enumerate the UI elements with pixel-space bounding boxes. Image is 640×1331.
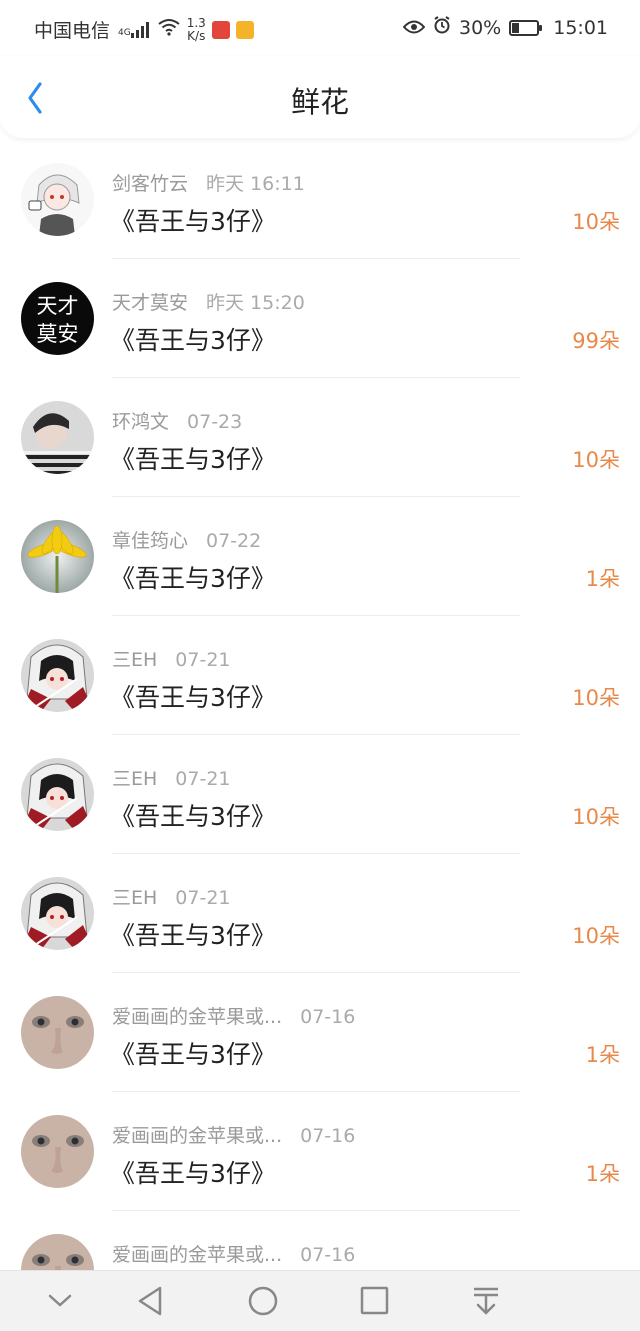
gift-meta: 三EH 07-21 [112, 883, 231, 910]
avatar[interactable] [21, 996, 94, 1069]
gift-meta: 天才莫安 昨天 15:20 [112, 288, 305, 315]
avatar[interactable] [21, 163, 94, 236]
flower-count: 10朵 [572, 686, 620, 710]
gift-meta: 爱画画的金苹果或... 07-16 [112, 1240, 355, 1267]
avatar[interactable] [21, 520, 94, 593]
gift-date: 昨天 16:11 [206, 173, 305, 195]
flower-gift-list[interactable]: 剑客竹云 昨天 16:11 《吾王与3仔》 10朵 天才 莫安 天才莫安 昨天 15… [0, 140, 640, 1270]
gift-meta: 爱画画的金苹果或... 07-16 [112, 1002, 355, 1029]
avatar-text-line2: 莫安 [37, 322, 79, 346]
page-title: 鲜花 [290, 85, 349, 119]
sender-name[interactable]: 三EH [112, 768, 157, 790]
gift-date: 07-21 [175, 768, 231, 790]
flower-count: 10朵 [572, 805, 620, 829]
sender-name[interactable]: 爱画画的金苹果或... [112, 1006, 282, 1028]
book-title[interactable]: 《吾王与3仔》 [110, 559, 276, 595]
list-item[interactable]: 爱画画的金苹果或... 07-16 《吾王与3仔》 1朵 [0, 973, 640, 1092]
avatar[interactable] [21, 758, 94, 831]
system-nav-bar [0, 1270, 640, 1331]
sender-name[interactable]: 爱画画的金苹果或... [112, 1244, 282, 1266]
gift-meta: 剑客竹云 昨天 16:11 [112, 169, 305, 196]
page-header: 鲜花 [0, 56, 640, 138]
list-item[interactable]: 剑客竹云 昨天 16:11 《吾王与3仔》 10朵 [0, 140, 640, 259]
message-notification-icon [235, 20, 254, 39]
sender-name[interactable]: 三EH [112, 649, 157, 671]
list-item[interactable]: 爱画画的金苹果或... 07-16 《吾王与3仔》 1朵 [0, 1092, 640, 1211]
flower-count: 1朵 [585, 1043, 620, 1067]
list-item[interactable]: 天才 莫安 天才莫安 昨天 15:20 《吾王与3仔》 99朵 [0, 259, 640, 378]
gift-date: 07-21 [175, 649, 231, 671]
sender-name[interactable]: 三EH [112, 887, 157, 909]
back-triangle-icon [138, 1286, 162, 1316]
gift-meta: 环鸿文 07-23 [112, 407, 242, 434]
book-title[interactable]: 《吾王与3仔》 [110, 916, 276, 952]
status-bar: 中国电信 4G 1.3 K/s 30% 15:01 [0, 0, 640, 56]
avatar[interactable] [21, 639, 94, 712]
nav-home-button[interactable] [245, 1285, 281, 1317]
sender-name[interactable]: 剑客竹云 [112, 173, 188, 195]
book-title[interactable]: 《吾王与3仔》 [110, 1154, 276, 1190]
gift-meta: 章佳筠心 07-22 [112, 526, 261, 553]
book-title[interactable]: 《吾王与3仔》 [110, 797, 276, 833]
list-item[interactable]: 爱画画的金苹果或... 07-16 [0, 1211, 640, 1270]
gift-meta: 爱画画的金苹果或... 07-16 [112, 1121, 355, 1148]
book-title[interactable]: 《吾王与3仔》 [110, 1035, 276, 1071]
eye-icon [402, 17, 426, 39]
book-title[interactable]: 《吾王与3仔》 [110, 678, 276, 714]
list-item[interactable]: 三EH 07-21 《吾王与3仔》 10朵 [0, 735, 640, 854]
chevron-down-icon [48, 1294, 72, 1307]
notification-pull-button[interactable] [468, 1285, 504, 1317]
avatar[interactable] [21, 1234, 94, 1270]
gift-meta: 三EH 07-21 [112, 764, 231, 791]
list-item[interactable]: 章佳筠心 07-22 《吾王与3仔》 1朵 [0, 497, 640, 616]
sender-name[interactable]: 爱画画的金苹果或... [112, 1125, 282, 1147]
sender-name[interactable]: 天才莫安 [112, 292, 188, 314]
alarm-icon [433, 16, 451, 39]
pull-down-icon [474, 1287, 498, 1315]
net-speed: 1.3 K/s [186, 15, 206, 43]
collapse-button[interactable] [42, 1285, 78, 1317]
flower-count: 1朵 [585, 1162, 620, 1186]
avatar[interactable] [21, 401, 94, 474]
list-item[interactable]: 三EH 07-21 《吾王与3仔》 10朵 [0, 616, 640, 735]
gift-date: 07-23 [187, 411, 243, 433]
book-title[interactable]: 《吾王与3仔》 [110, 202, 276, 238]
list-item[interactable]: 环鸿文 07-23 《吾王与3仔》 10朵 [0, 378, 640, 497]
gift-date: 昨天 15:20 [206, 292, 305, 314]
gift-date: 07-22 [206, 530, 262, 552]
app-notification-icon [211, 20, 230, 39]
clock: 15:01 [553, 16, 608, 39]
gift-date: 07-16 [300, 1125, 356, 1147]
carrier-label: 中国电信 [34, 20, 111, 42]
battery-percent: 30% [459, 16, 502, 39]
gift-date: 07-16 [300, 1244, 356, 1266]
list-item[interactable]: 三EH 07-21 《吾王与3仔》 10朵 [0, 854, 640, 973]
signal-icon: 4G [116, 21, 151, 38]
flower-count: 1朵 [585, 567, 620, 591]
book-title[interactable]: 《吾王与3仔》 [110, 440, 276, 476]
nav-back-button[interactable] [134, 1285, 170, 1317]
recents-square-icon [360, 1286, 389, 1315]
network-gen-label: 4G [118, 27, 131, 38]
gift-date: 07-21 [175, 887, 231, 909]
book-title[interactable]: 《吾王与3仔》 [110, 321, 276, 357]
flower-count: 10朵 [572, 924, 620, 948]
flower-count: 10朵 [572, 448, 620, 472]
nav-recents-button[interactable] [356, 1285, 392, 1317]
sender-name[interactable]: 章佳筠心 [112, 530, 188, 552]
wifi-icon [157, 18, 181, 41]
sender-name[interactable]: 环鸿文 [112, 411, 169, 433]
gift-date: 07-16 [300, 1006, 356, 1028]
avatar[interactable] [21, 1115, 94, 1188]
flower-count: 99朵 [572, 329, 620, 353]
avatar[interactable] [21, 877, 94, 950]
gift-meta: 三EH 07-21 [112, 645, 231, 672]
avatar[interactable]: 天才 莫安 [21, 282, 94, 355]
battery-icon [509, 19, 543, 36]
flower-count: 10朵 [572, 210, 620, 234]
avatar-text-line1: 天才 [37, 294, 79, 318]
home-circle-icon [248, 1286, 278, 1316]
